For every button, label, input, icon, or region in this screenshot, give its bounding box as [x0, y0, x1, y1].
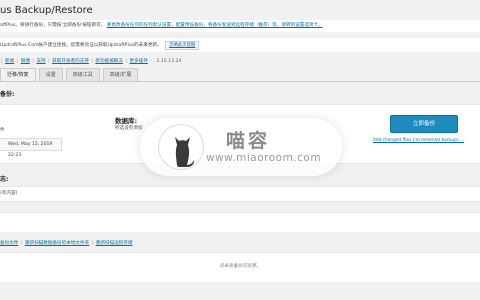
cat-logo-icon [158, 124, 204, 170]
link-more-plugins[interactable]: 更多插件 [129, 59, 147, 64]
tab-premium[interactable]: 高级/扩展 [102, 68, 139, 81]
rescan-remote-link[interactable]: 重新扫描远程存储 [96, 241, 133, 246]
tab-bar: 迁移/恢复 设置 高级工具 高级/扩展 [0, 68, 141, 82]
top-links: | 新闻 | 微博 | 支持 | 获取开发者的支持 | 新功能被解冻 | 更多插… [1, 59, 182, 64]
settings-tab-link[interactable]: 要更改备份任何的任何默认设置，配置预设备份，将备份发送到远程存储（推荐）等，请转… [107, 23, 323, 28]
link-weibo[interactable]: 微博 [21, 59, 30, 64]
log-panel: (有内容) [0, 186, 480, 202]
incremental-backup-link[interactable]: Add changed files (incremental backup) .… [373, 138, 464, 143]
database-heading: 数据库: [115, 117, 138, 125]
link-developer-support[interactable]: 获取开发者的支持 [52, 59, 89, 64]
tab-settings[interactable]: 设置 [38, 68, 63, 81]
log-heading: 志: [0, 176, 9, 183]
next-backup-time: Wed, May 15, 2019 22:23 [0, 138, 62, 158]
link-news[interactable]: 新闻 [5, 59, 14, 64]
notice-text: aftPlus。要进行备份，只需按'立即备份'按钮即可。 [0, 23, 106, 28]
version-label: 2.16.13.24 [156, 59, 182, 64]
license-notice: UpdraftPlus.Com帐户建立连接。您需要验证以获取UpdraftPlu… [0, 38, 480, 52]
backup-actions: 备份文件 | 重新扫描数据备份的本地文件夹 | 重新扫描远程存储 [0, 241, 133, 246]
link-support[interactable]: 支持 [36, 59, 45, 64]
info-notice: aftPlus。要进行备份，只需按'立即备份'按钮即可。 要更改备份任何的任何默… [0, 20, 480, 32]
watermark-url: www.miaoroom.com [206, 152, 322, 164]
link-new-features[interactable]: 新功能被解冻 [95, 59, 123, 64]
license-notice-text: UpdraftPlus.Com帐户建立连接。您需要验证以获取UpdraftPlu… [0, 43, 162, 48]
log-text: (有内容) [0, 191, 18, 196]
tab-migrate-restore[interactable]: 迁移/恢复 [0, 68, 36, 81]
backup-heading: 备份: [0, 91, 15, 98]
no-backups-message: 还未有备份可还原。 [219, 264, 261, 269]
watermark-title: 喵容 [226, 130, 271, 152]
database-status: 所选设有添加 [115, 126, 143, 131]
watermark: 喵容 www.miaoroom.com [140, 118, 342, 176]
rescan-local-link[interactable]: 重新扫描数据备份的本地文件夹 [25, 241, 89, 246]
dismiss-notice-button[interactable]: 忽略此次提醒 [165, 41, 200, 50]
existing-backups-panel [0, 212, 480, 232]
tab-advanced-tools[interactable]: 高级工具 [65, 68, 100, 81]
backup-now-button[interactable]: 立即备份 [390, 115, 458, 133]
files-label: 件 [0, 128, 5, 133]
upload-backup-files-link[interactable]: 备份文件 [0, 241, 18, 246]
tab-divider [0, 81, 480, 82]
